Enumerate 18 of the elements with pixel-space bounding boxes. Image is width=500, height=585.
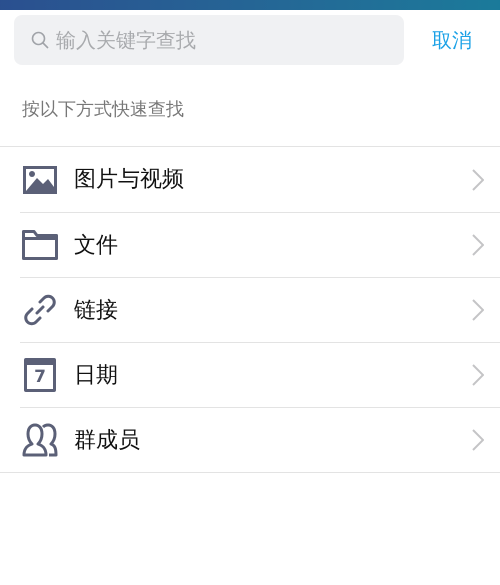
search-option-row[interactable]: 图片与视频 [0,147,500,212]
people-icon [22,423,58,457]
chevron-right-icon [472,364,484,386]
chevron-right-icon [472,429,484,451]
chevron-right-icon [472,168,484,190]
section-hint: 按以下方式快速查找 [21,98,184,122]
search-option-row[interactable]: 群成员 [20,407,500,472]
search-field[interactable]: 输入关键字查找 [14,15,404,65]
chevron-right-icon [472,234,484,256]
image-icon [23,166,57,194]
link-icon [23,293,57,327]
folder-icon [22,230,58,260]
chevron-right-icon [472,299,484,321]
search-option-row[interactable]: 链接 [20,277,500,342]
search-icon [30,30,50,50]
search-option-row[interactable]: 7 日期 [20,342,500,407]
search-option-row[interactable]: 文件 [20,212,500,277]
calendar-icon: 7 [24,358,56,392]
